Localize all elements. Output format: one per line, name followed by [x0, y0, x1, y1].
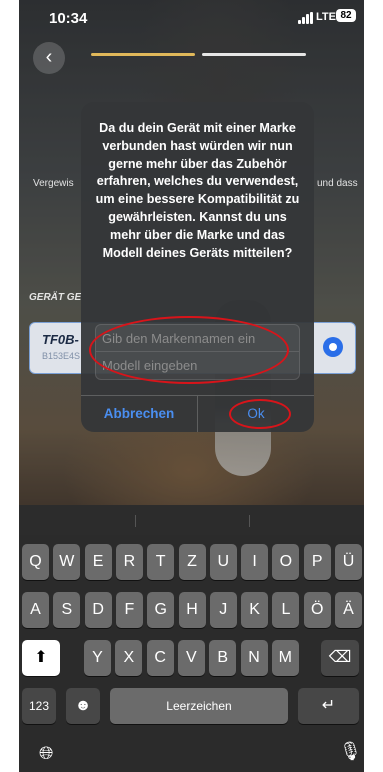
brand-model-alert: Da du dein Gerät mit einer Marke verbund… [81, 102, 314, 432]
key-z[interactable]: Z [178, 544, 206, 580]
key-m[interactable]: M [271, 640, 299, 676]
key-y[interactable]: Y [84, 640, 111, 676]
device-name: TF0B- [42, 332, 79, 347]
key-f[interactable]: F [115, 592, 143, 628]
key-h[interactable]: H [178, 592, 206, 628]
numbers-key[interactable]: 123 [22, 688, 56, 724]
device-id: B153E4S [42, 351, 81, 361]
chevron-left-icon: ‹ [45, 46, 53, 68]
alert-message: Da du dein Gerät mit einer Marke verbund… [95, 121, 300, 260]
key-w[interactable]: W [53, 544, 81, 580]
model-input[interactable]: Modell eingeben [95, 352, 300, 380]
key-l[interactable]: L [272, 592, 300, 628]
emoji-key[interactable]: ☻ [66, 688, 100, 724]
key-o[interactable]: O [272, 544, 300, 580]
space-key[interactable]: Leerzeichen [110, 688, 288, 724]
microphone-icon[interactable]: 🎙︎ [339, 741, 362, 762]
shift-icon: ⬆ [34, 649, 48, 666]
status-time: 10:34 [49, 10, 88, 27]
key-k[interactable]: K [241, 592, 269, 628]
description-text-left: Vergewis [33, 178, 74, 189]
status-bar: 10:34 LTE 82 [19, 0, 364, 36]
key-ö[interactable]: Ö [303, 592, 331, 628]
device-radio[interactable] [323, 337, 343, 357]
key-d[interactable]: D [84, 592, 112, 628]
brand-input[interactable]: Gib den Markennamen ein [95, 324, 300, 352]
delete-key[interactable]: ⌫ [321, 640, 359, 676]
shift-key[interactable]: ⬆ [22, 640, 60, 676]
key-b[interactable]: B [209, 640, 237, 676]
key-n[interactable]: N [240, 640, 268, 676]
keyboard: Q W E R T Z U I O P Ü A S D F G H J K L Ö Ä ⬆ Y X C V B N M ⌫ 123 ☻ Leerz… [19, 535, 364, 772]
key-p[interactable]: P [303, 544, 331, 580]
key-s[interactable]: S [53, 592, 81, 628]
progress-segment-1 [91, 53, 195, 56]
globe-icon[interactable]: 🌐︎ [39, 743, 53, 764]
cancel-button[interactable]: Abbrechen [81, 396, 197, 432]
key-c[interactable]: C [146, 640, 174, 676]
key-j[interactable]: J [209, 592, 237, 628]
key-a[interactable]: A [22, 592, 49, 628]
key-g[interactable]: G [147, 592, 175, 628]
back-button[interactable]: ‹ [33, 42, 65, 74]
keyboard-suggestion-bar [19, 505, 364, 535]
signal-icon [298, 12, 314, 24]
return-key[interactable]: ↵ [298, 688, 359, 724]
emoji-icon: ☻ [74, 697, 92, 714]
key-q[interactable]: Q [22, 544, 49, 580]
key-e[interactable]: E [84, 544, 112, 580]
key-x[interactable]: X [115, 640, 143, 676]
ok-button[interactable]: Ok [198, 396, 314, 432]
network-type: LTE [316, 11, 336, 23]
key-t[interactable]: T [147, 544, 175, 580]
backspace-icon: ⌫ [328, 649, 352, 666]
key-i[interactable]: I [241, 544, 269, 580]
return-icon: ↵ [321, 697, 336, 714]
key-ü[interactable]: Ü [335, 544, 362, 580]
key-u[interactable]: U [209, 544, 237, 580]
battery-icon: 82 [336, 9, 356, 22]
device-section-label: GERÄT GE [29, 292, 82, 303]
description-text-right: und dass [317, 178, 358, 189]
phone-screen: 10:34 LTE 82 ‹ Vergewis und dass GERÄT G… [19, 0, 364, 772]
progress-segment-2 [202, 53, 306, 56]
key-r[interactable]: R [115, 544, 143, 580]
key-v[interactable]: V [177, 640, 205, 676]
key-ä[interactable]: Ä [335, 592, 362, 628]
